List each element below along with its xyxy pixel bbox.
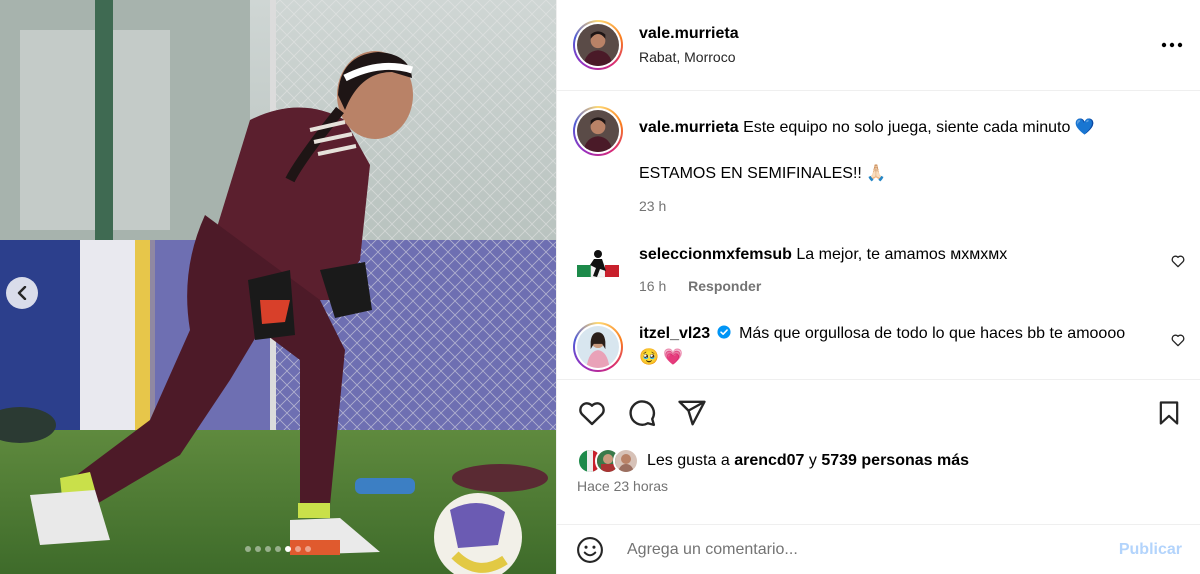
liker-avatar[interactable]	[613, 448, 639, 474]
carousel-dot	[255, 546, 261, 552]
blue-heart-emoji: 💙	[1074, 119, 1095, 136]
likes-connector: y	[808, 452, 817, 469]
likes-summary: Les gusta a arencd07 y 5739 personas más	[557, 446, 1200, 476]
comment-username[interactable]: itzel_vl23	[639, 325, 710, 342]
comment-emoji: 🥹 💗	[639, 349, 684, 366]
save-button[interactable]	[1154, 398, 1184, 428]
praying-hands-emoji: 🙏🏻	[866, 165, 887, 182]
emoji-smile-icon	[577, 536, 603, 563]
caption-line2: ESTAMOS EN SEMIFINALES!!	[639, 165, 862, 182]
carousel-prev-button[interactable]	[6, 277, 38, 309]
emoji-button[interactable]	[575, 535, 605, 565]
carousel-dot	[275, 546, 281, 552]
comment-item: itzel_vl23 Más que orgullosa de todo lo …	[557, 322, 1200, 372]
post-panel: vale.murrieta Rabat, Morroco vale.murrie…	[556, 0, 1200, 574]
reply-button[interactable]: Responder	[688, 278, 761, 294]
likes-count-link[interactable]: 5739 personas más	[821, 452, 969, 469]
caption-username[interactable]: vale.murrieta	[639, 119, 739, 136]
author-username[interactable]: vale.murrieta	[639, 25, 1160, 43]
carousel-dot	[305, 546, 311, 552]
heart-icon[interactable]	[1170, 253, 1186, 269]
comments-section[interactable]: vale.murrieta Este equipo no solo juega,…	[557, 92, 1200, 378]
add-comment-bar: Publicar	[557, 524, 1200, 574]
comment-text: La mejor, te amamos мхмхмх	[796, 246, 1008, 263]
liker-username[interactable]: arencd07	[734, 452, 804, 469]
author-avatar[interactable]	[573, 20, 623, 70]
heart-icon[interactable]	[1170, 332, 1186, 348]
carousel-dot	[295, 546, 301, 552]
post-photo	[0, 0, 556, 574]
comment-text: Más que orgullosa de todo lo que haces b…	[739, 325, 1126, 342]
more-horizontal-icon	[1161, 42, 1183, 48]
comment-button[interactable]	[627, 398, 657, 428]
comment-time[interactable]: 16 h	[639, 278, 666, 294]
carousel-dot	[265, 546, 271, 552]
post-location[interactable]: Rabat, Morroco	[639, 49, 1160, 65]
comment-input[interactable]	[625, 539, 1119, 560]
chevron-left-icon	[17, 286, 27, 300]
carousel-indicator	[0, 546, 556, 552]
share-button[interactable]	[677, 398, 707, 428]
likes-prefix: Les gusta a	[647, 452, 730, 469]
caption-avatar[interactable]	[573, 106, 623, 156]
commenter-avatar[interactable]	[573, 322, 623, 372]
post-header: vale.murrieta Rabat, Morroco	[557, 0, 1200, 91]
post-caption: vale.murrieta Este equipo no solo juega,…	[557, 92, 1200, 217]
send-icon	[678, 400, 706, 426]
caption-time[interactable]: 23 h	[639, 198, 666, 214]
carousel-dot	[285, 546, 291, 552]
commenter-avatar[interactable]	[573, 243, 623, 293]
comment-item: seleccionmxfemsub La mejor, te amamos мх…	[557, 243, 1200, 298]
post-timestamp[interactable]: Hace 23 horas	[557, 476, 1200, 496]
instagram-post: vale.murrieta Rabat, Morroco vale.murrie…	[0, 0, 1200, 574]
carousel-dot	[245, 546, 251, 552]
more-options-button[interactable]	[1160, 33, 1184, 57]
comment-bubble-icon	[629, 400, 656, 427]
comment-username[interactable]: seleccionmxfemsub	[639, 246, 792, 263]
caption-text: Este equipo no solo juega, siente cada m…	[743, 119, 1071, 136]
heart-icon	[579, 402, 605, 426]
like-button[interactable]	[577, 398, 607, 428]
verified-badge-icon	[717, 325, 731, 339]
post-media[interactable]	[0, 0, 556, 574]
bookmark-icon	[1159, 401, 1179, 425]
publish-button[interactable]: Publicar	[1119, 541, 1182, 559]
